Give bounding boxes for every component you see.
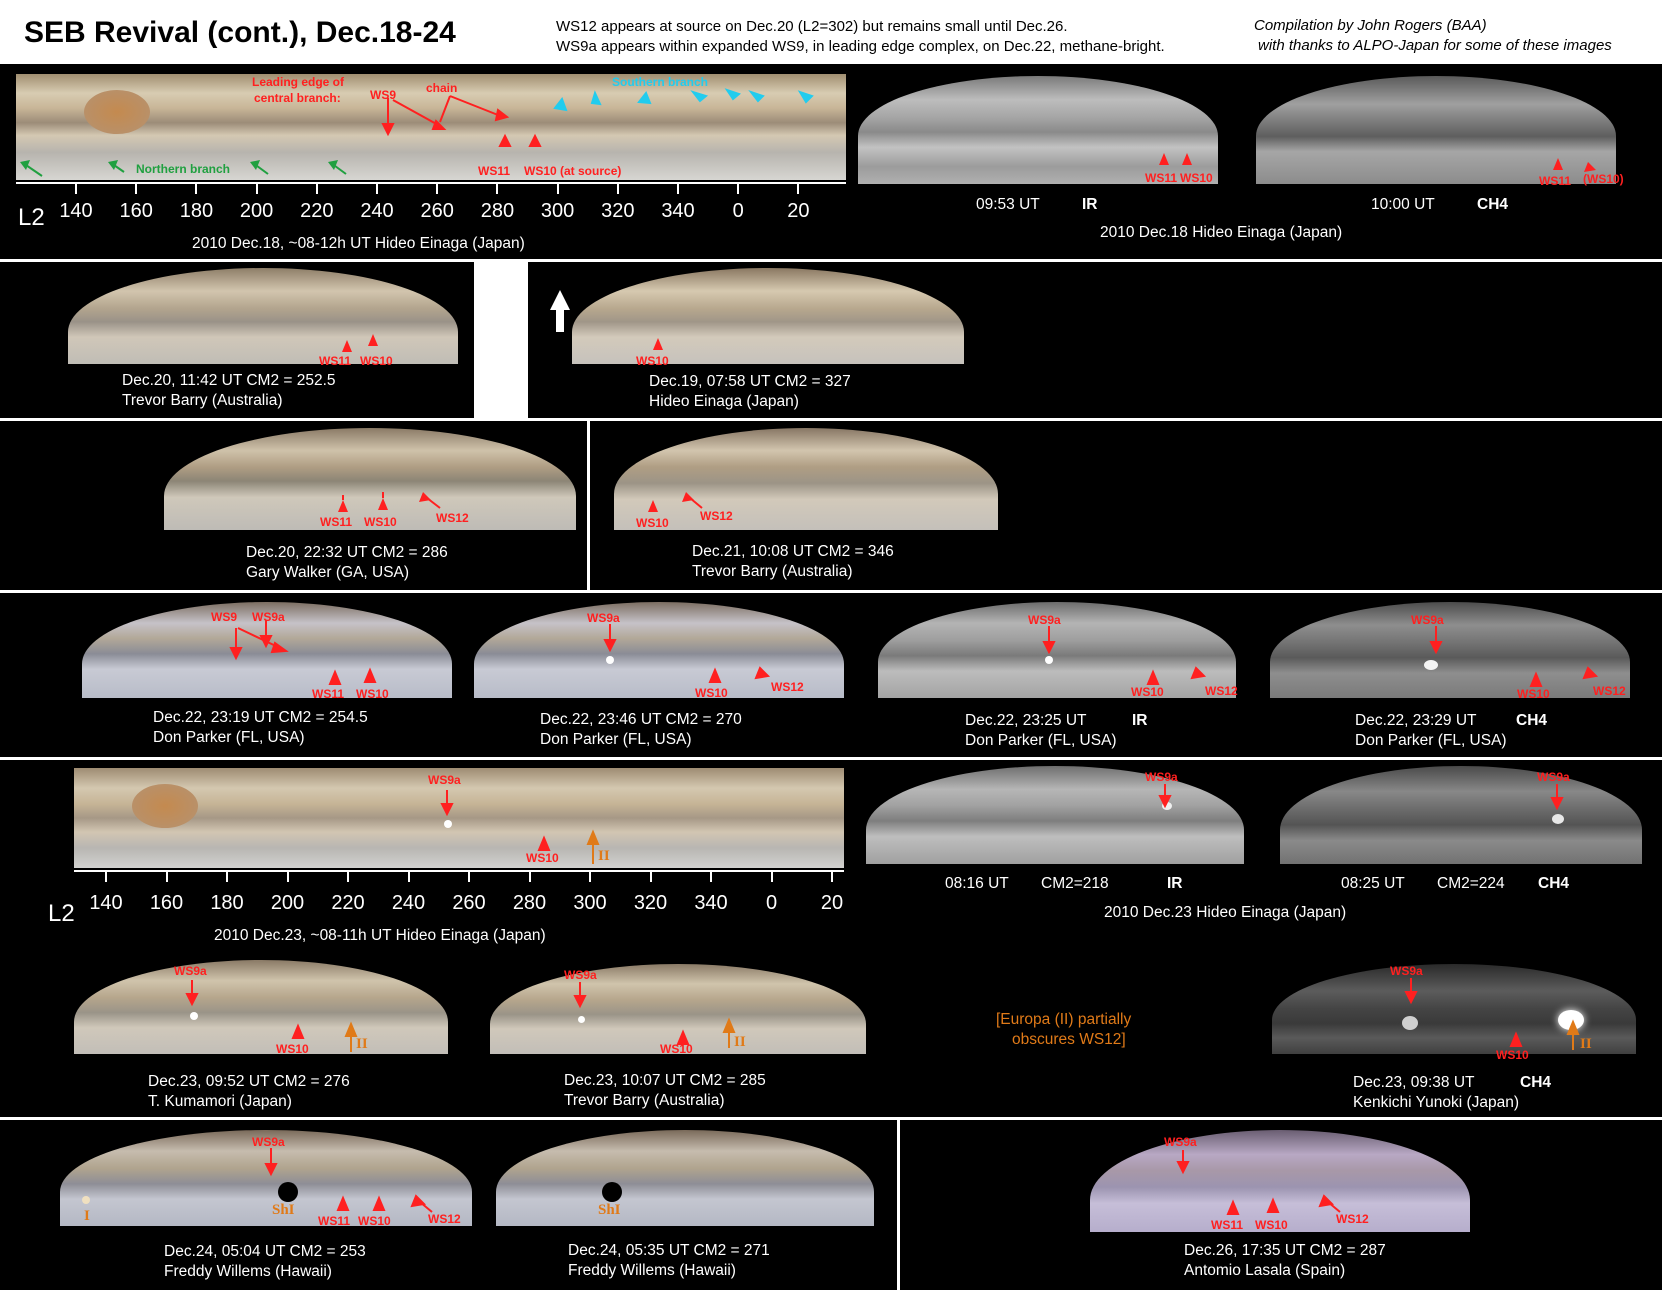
label-shadow-io: ShI bbox=[272, 1202, 295, 1218]
label-ws12: WS12 bbox=[428, 1212, 461, 1226]
label-ws11: WS11 bbox=[318, 1214, 351, 1228]
label-ws10: WS10 bbox=[1255, 1218, 1288, 1232]
caption-line2: Antomio Lasala (Spain) bbox=[1184, 1262, 1346, 1279]
caption-line1: Dec.26, 17:35 UT CM2 = 287 bbox=[1184, 1242, 1386, 1259]
label-shadow-io: ShI bbox=[598, 1202, 621, 1218]
label-ws9a: WS9a bbox=[252, 1135, 285, 1149]
label-ws9a: WS9a bbox=[1164, 1135, 1197, 1149]
caption-line2: Freddy Willems (Hawaii) bbox=[568, 1262, 736, 1279]
label-ws11: WS11 bbox=[1211, 1218, 1244, 1232]
label-ws10: WS10 bbox=[358, 1214, 391, 1228]
caption-line2: Freddy Willems (Hawaii) bbox=[164, 1263, 332, 1280]
row7-arrows bbox=[264, 1148, 1341, 1215]
label-ws12: WS12 bbox=[1336, 1212, 1369, 1226]
caption-line1: Dec.24, 05:04 UT CM2 = 253 bbox=[164, 1243, 366, 1260]
caption-line1: Dec.24, 05:35 UT CM2 = 271 bbox=[568, 1242, 770, 1259]
label-io: I bbox=[84, 1208, 90, 1224]
